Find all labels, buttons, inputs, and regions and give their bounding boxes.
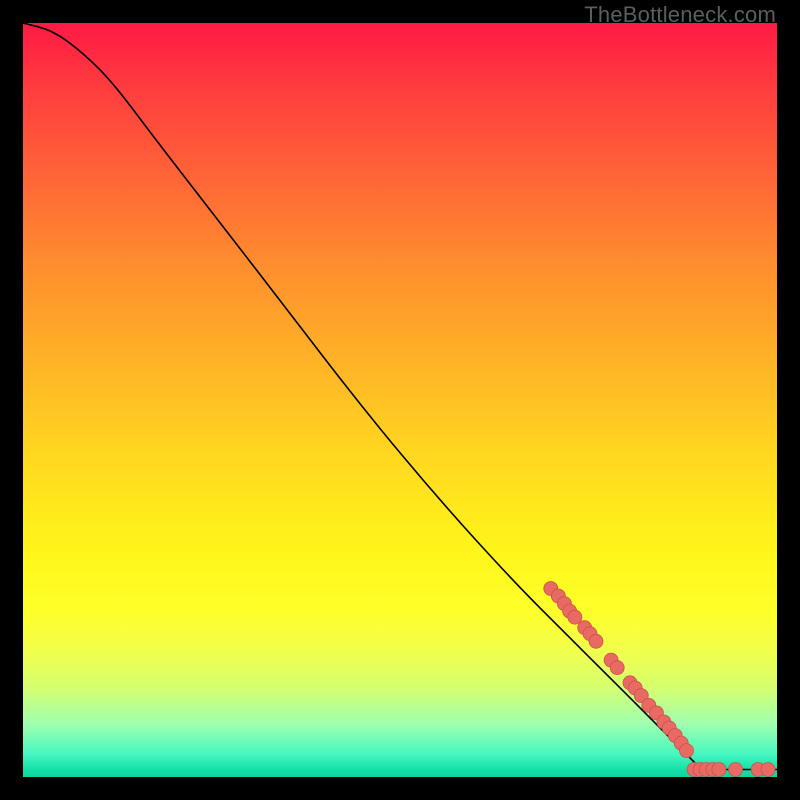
data-markers xyxy=(544,582,775,777)
chart-frame: TheBottleneck.com xyxy=(0,0,800,800)
chart-svg xyxy=(23,23,777,777)
plot-area xyxy=(23,23,777,777)
data-marker xyxy=(729,763,743,777)
data-marker xyxy=(568,610,582,624)
watermark-text: TheBottleneck.com xyxy=(584,2,776,28)
data-marker xyxy=(680,744,694,758)
data-marker xyxy=(712,763,726,777)
data-marker xyxy=(589,634,603,648)
data-marker xyxy=(610,661,624,675)
data-marker xyxy=(761,763,775,777)
bottleneck-curve xyxy=(23,23,777,770)
